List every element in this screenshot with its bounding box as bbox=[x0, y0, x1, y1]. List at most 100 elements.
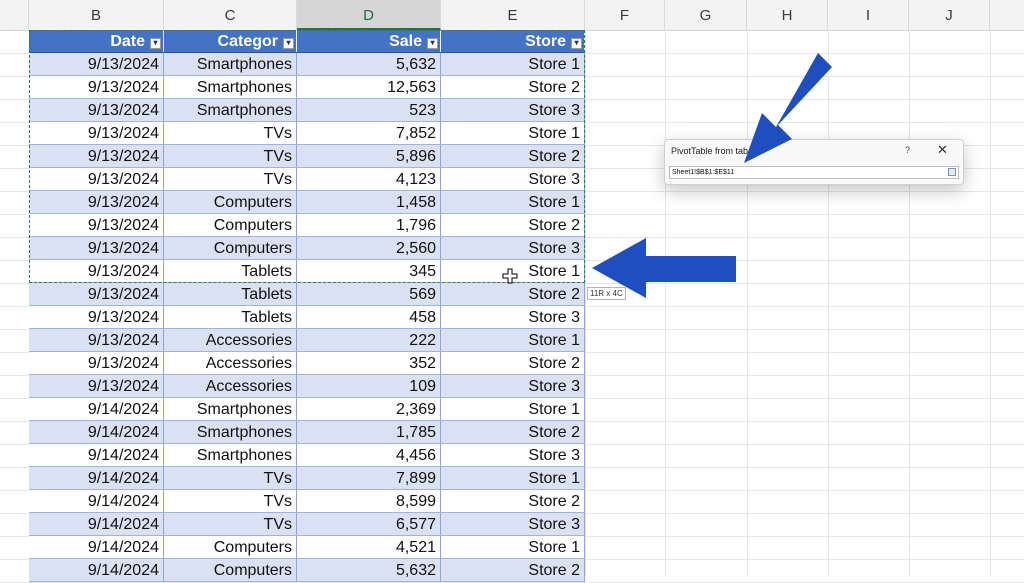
select-all-corner[interactable] bbox=[0, 0, 29, 30]
cell-category[interactable]: TVs bbox=[164, 513, 297, 535]
cell-date[interactable]: 9/13/2024 bbox=[29, 122, 164, 144]
filter-dropdown-icon[interactable]: ▾ bbox=[571, 38, 582, 49]
cell-date[interactable]: 9/13/2024 bbox=[29, 99, 164, 121]
cell-category[interactable]: Smartphones bbox=[164, 444, 297, 466]
cell-sales[interactable]: 2,369 bbox=[297, 398, 441, 420]
cell-date[interactable]: 9/14/2024 bbox=[29, 444, 164, 466]
cell-store[interactable]: Store 2 bbox=[441, 283, 585, 305]
cell-date[interactable]: 9/13/2024 bbox=[29, 191, 164, 213]
cell-sales[interactable]: 2,560 bbox=[297, 237, 441, 259]
help-icon[interactable]: ? bbox=[905, 145, 910, 155]
cell-date[interactable]: 9/13/2024 bbox=[29, 168, 164, 190]
cell-store[interactable]: Store 2 bbox=[441, 352, 585, 374]
cell-category[interactable]: Accessories bbox=[164, 375, 297, 397]
cell-sales[interactable]: 4,521 bbox=[297, 536, 441, 558]
cell-category[interactable]: Computers bbox=[164, 214, 297, 236]
cell-sales[interactable]: 109 bbox=[297, 375, 441, 397]
cell-date[interactable]: 9/14/2024 bbox=[29, 421, 164, 443]
column-header-i[interactable]: I bbox=[828, 0, 909, 30]
cell-date[interactable]: 9/14/2024 bbox=[29, 398, 164, 420]
cell-date[interactable]: 9/13/2024 bbox=[29, 145, 164, 167]
cell-store[interactable]: Store 3 bbox=[441, 513, 585, 535]
cell-category[interactable]: TVs bbox=[164, 122, 297, 144]
cell-date[interactable]: 9/14/2024 bbox=[29, 467, 164, 489]
cell-sales[interactable]: 1,458 bbox=[297, 191, 441, 213]
header-store[interactable]: Store ▾ bbox=[441, 30, 585, 52]
column-header-b[interactable]: B bbox=[29, 0, 164, 30]
cell-date[interactable]: 9/13/2024 bbox=[29, 283, 164, 305]
cell-date[interactable]: 9/13/2024 bbox=[29, 260, 164, 282]
cell-sales[interactable]: 7,852 bbox=[297, 122, 441, 144]
column-header-g[interactable]: G bbox=[665, 0, 747, 30]
cell-sales[interactable]: 1,785 bbox=[297, 421, 441, 443]
cell-sales[interactable]: 5,896 bbox=[297, 145, 441, 167]
cell-store[interactable]: Store 2 bbox=[441, 421, 585, 443]
cell-category[interactable]: TVs bbox=[164, 168, 297, 190]
cell-sales[interactable]: 8,599 bbox=[297, 490, 441, 512]
filter-dropdown-icon[interactable]: ▾ bbox=[150, 38, 161, 49]
cell-date[interactable]: 9/13/2024 bbox=[29, 76, 164, 98]
cell-date[interactable]: 9/13/2024 bbox=[29, 306, 164, 328]
cell-category[interactable]: Smartphones bbox=[164, 421, 297, 443]
cell-category[interactable]: Accessories bbox=[164, 352, 297, 374]
cell-store[interactable]: Store 2 bbox=[441, 76, 585, 98]
cell-store[interactable]: Store 1 bbox=[441, 398, 585, 420]
cell-sales[interactable]: 458 bbox=[297, 306, 441, 328]
cell-category[interactable]: Computers bbox=[164, 559, 297, 581]
cell-category[interactable]: Tablets bbox=[164, 260, 297, 282]
cell-store[interactable]: Store 3 bbox=[441, 375, 585, 397]
cell-date[interactable]: 9/14/2024 bbox=[29, 513, 164, 535]
cell-date[interactable]: 9/13/2024 bbox=[29, 375, 164, 397]
column-header-f[interactable]: F bbox=[585, 0, 665, 30]
cell-store[interactable]: Store 2 bbox=[441, 145, 585, 167]
cell-category[interactable]: Smartphones bbox=[164, 99, 297, 121]
cell-store[interactable]: Store 1 bbox=[441, 122, 585, 144]
cell-sales[interactable]: 7,899 bbox=[297, 467, 441, 489]
cell-category[interactable]: Tablets bbox=[164, 306, 297, 328]
cell-sales[interactable]: 352 bbox=[297, 352, 441, 374]
cell-sales[interactable]: 1,796 bbox=[297, 214, 441, 236]
cell-date[interactable]: 9/14/2024 bbox=[29, 536, 164, 558]
cell-store[interactable]: Store 3 bbox=[441, 306, 585, 328]
cell-store[interactable]: Store 1 bbox=[441, 467, 585, 489]
column-header-c[interactable]: C bbox=[164, 0, 297, 30]
cell-category[interactable]: TVs bbox=[164, 145, 297, 167]
collapse-dialog-icon[interactable] bbox=[948, 168, 956, 176]
header-sales[interactable]: Sale ▾ bbox=[297, 30, 441, 52]
cell-store[interactable]: Store 2 bbox=[441, 490, 585, 512]
column-header-h[interactable]: H bbox=[747, 0, 828, 30]
cell-store[interactable]: Store 3 bbox=[441, 168, 585, 190]
header-date[interactable]: Date ▾ bbox=[29, 30, 164, 52]
cell-date[interactable]: 9/14/2024 bbox=[29, 490, 164, 512]
column-header-j[interactable]: J bbox=[909, 0, 990, 30]
cell-category[interactable]: Computers bbox=[164, 237, 297, 259]
filter-dropdown-icon[interactable]: ▾ bbox=[283, 38, 294, 49]
cell-store[interactable]: Store 2 bbox=[441, 214, 585, 236]
cell-sales[interactable]: 5,632 bbox=[297, 559, 441, 581]
column-header-e[interactable]: E bbox=[441, 0, 585, 30]
cell-category[interactable]: TVs bbox=[164, 490, 297, 512]
cell-category[interactable]: Smartphones bbox=[164, 398, 297, 420]
cell-sales[interactable]: 345 bbox=[297, 260, 441, 282]
cell-store[interactable]: Store 3 bbox=[441, 444, 585, 466]
cell-sales[interactable]: 523 bbox=[297, 99, 441, 121]
header-category[interactable]: Categor ▾ bbox=[164, 30, 297, 52]
cell-category[interactable]: TVs bbox=[164, 467, 297, 489]
cell-store[interactable]: Store 1 bbox=[441, 53, 585, 75]
cell-date[interactable]: 9/13/2024 bbox=[29, 352, 164, 374]
cell-category[interactable]: Computers bbox=[164, 536, 297, 558]
cell-category[interactable]: Tablets bbox=[164, 283, 297, 305]
cell-sales[interactable]: 12,563 bbox=[297, 76, 441, 98]
cell-date[interactable]: 9/13/2024 bbox=[29, 214, 164, 236]
cell-store[interactable]: Store 2 bbox=[441, 559, 585, 581]
cell-store[interactable]: Store 1 bbox=[441, 536, 585, 558]
cell-sales[interactable]: 4,456 bbox=[297, 444, 441, 466]
filter-dropdown-icon[interactable]: ▾ bbox=[427, 38, 438, 49]
cell-sales[interactable]: 569 bbox=[297, 283, 441, 305]
cell-store[interactable]: Store 1 bbox=[441, 191, 585, 213]
cell-date[interactable]: 9/14/2024 bbox=[29, 559, 164, 581]
cell-date[interactable]: 9/13/2024 bbox=[29, 329, 164, 351]
cell-category[interactable]: Computers bbox=[164, 191, 297, 213]
cell-store[interactable]: Store 1 bbox=[441, 329, 585, 351]
cell-sales[interactable]: 4,123 bbox=[297, 168, 441, 190]
